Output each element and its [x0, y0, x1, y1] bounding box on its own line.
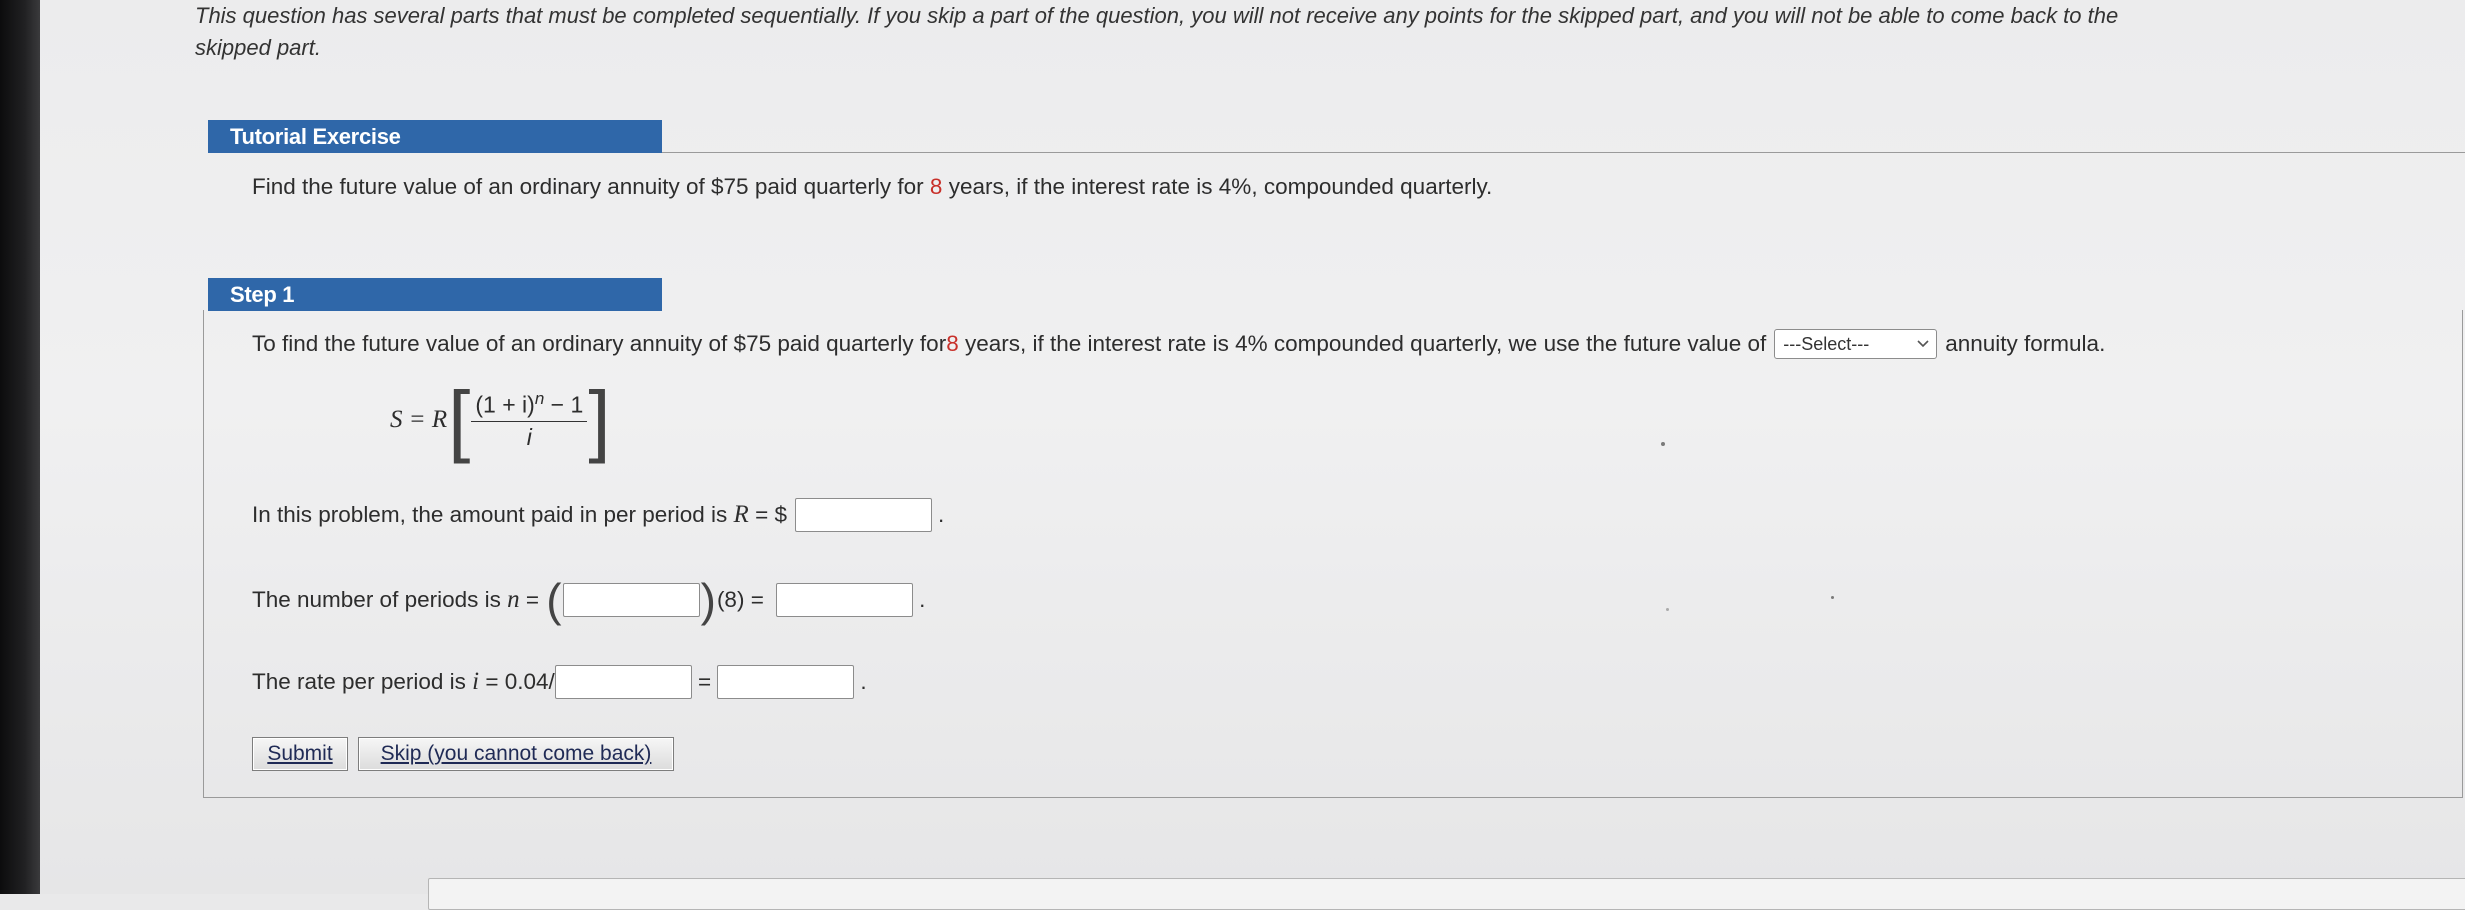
formula-lhs: S = R: [390, 406, 448, 433]
formula-numerator: (1 + i)n − 1: [471, 389, 588, 422]
future-value-formula: S = R [ (1 + i)n − 1 i ]: [390, 375, 612, 464]
i-period: .: [860, 669, 867, 694]
step1-header: Step 1: [208, 278, 662, 311]
numerator-exponent: n: [534, 389, 545, 409]
close-paren: ): [700, 574, 716, 626]
r-variable: R: [733, 501, 749, 528]
step1-intro-mid: years, if the interest rate is 4% compou…: [958, 331, 1767, 356]
formula-denominator: i: [526, 423, 532, 450]
r-period: .: [937, 502, 945, 527]
r-line: In this problem, the amount paid in per …: [252, 497, 944, 533]
rate-per-period-input[interactable]: [717, 665, 855, 699]
chevron-down-icon: [1917, 340, 1929, 348]
step1-panel: [203, 310, 2463, 798]
n-variable: n: [507, 586, 520, 613]
i-equals-sign: =: [691, 669, 718, 694]
question-page: This question has several parts that mus…: [40, 0, 2465, 910]
n-line: The number of periods is n = ( ) (8) = .: [252, 574, 926, 626]
problem-text-pre: Find the future value of an ordinary ann…: [252, 174, 930, 199]
step1-intro-post: annuity formula.: [1945, 331, 2106, 356]
n-multiplier: (8) =: [716, 587, 771, 612]
formula-right-bracket: ]: [588, 375, 611, 464]
formula-fraction: (1 + i)n − 1 i: [471, 389, 588, 451]
i-equals: = 0.04/: [479, 669, 555, 694]
i-line: The rate per period is i = 0.04/ = .: [252, 664, 867, 700]
number-of-periods-input[interactable]: [776, 583, 914, 617]
header-divider: [662, 152, 2465, 153]
annuity-type-select[interactable]: ---Select---: [1774, 329, 1938, 359]
periods-per-year-input[interactable]: [562, 583, 700, 617]
select-value: ---Select---: [1783, 333, 1870, 354]
periods-divisor-input[interactable]: [554, 665, 692, 699]
dust-speck: [1831, 596, 1834, 599]
open-paren: (: [546, 574, 562, 626]
problem-text-post: years, if the interest rate is 4%, compo…: [942, 174, 1493, 199]
problem-years: 8: [929, 174, 943, 199]
dust-speck: [1661, 442, 1665, 446]
n-line-label: The number of periods is: [252, 587, 508, 612]
n-period: .: [919, 587, 926, 612]
problem-statement: Find the future value of an ordinary ann…: [252, 172, 1492, 202]
skip-button[interactable]: Skip (you cannot come back): [358, 737, 674, 771]
tutorial-exercise-header: Tutorial Exercise: [208, 120, 662, 153]
n-equals: =: [519, 587, 546, 612]
r-equals: = $: [748, 502, 787, 527]
numerator-tail: − 1: [544, 391, 584, 418]
step1-intro: To find the future value of an ordinary …: [252, 326, 2105, 362]
submit-button[interactable]: Submit: [252, 737, 348, 771]
i-line-label: The rate per period is: [252, 669, 473, 694]
numerator-base: (1 + i): [475, 391, 535, 418]
screen-bezel: [0, 0, 40, 894]
r-line-label: In this problem, the amount paid in per …: [252, 502, 734, 527]
step1-intro-pre: To find the future value of an ordinary …: [252, 331, 947, 356]
step1-years: 8: [946, 331, 959, 356]
payment-input[interactable]: [794, 498, 932, 532]
i-variable: i: [472, 668, 480, 695]
dust-speck: [1666, 608, 1669, 611]
instructions-text: This question has several parts that mus…: [195, 0, 2465, 68]
formula-left-bracket: [: [448, 375, 471, 464]
next-section-panel: [428, 878, 2465, 910]
